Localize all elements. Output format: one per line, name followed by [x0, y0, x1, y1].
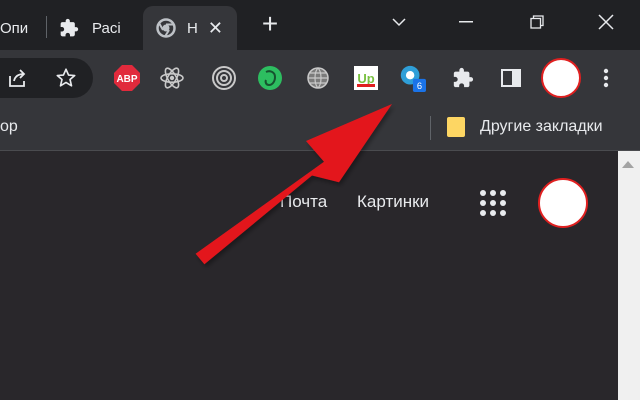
annotation-arrow [195, 104, 392, 265]
